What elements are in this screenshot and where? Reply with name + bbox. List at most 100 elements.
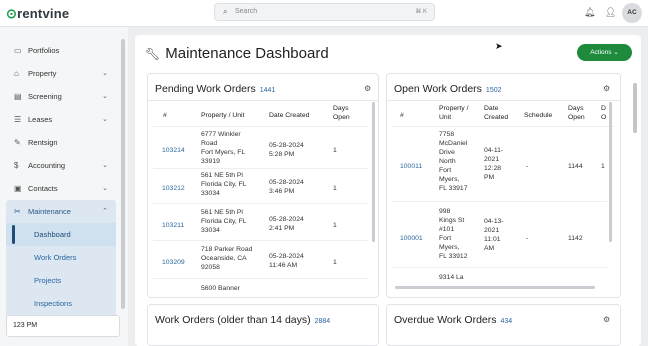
column-header[interactable]: # <box>400 111 404 120</box>
sidebar-item-leases[interactable]: ☰ Leases ⌄ <box>6 108 116 131</box>
gear-icon[interactable]: ⚙ <box>603 84 610 93</box>
card-title: Pending Work Orders 1441 <box>155 83 276 95</box>
count-link[interactable]: 1502 <box>486 87 502 94</box>
main-panel: 🔧︎ Maintenance Dashboard Actions ⌄ Pendin… <box>135 35 641 346</box>
wrench-icon: ✂ <box>14 207 21 216</box>
card-title: Overdue Work Orders 434 <box>394 314 513 326</box>
main-scrollbar[interactable] <box>633 83 637 133</box>
sidebar-subitem-inspections[interactable]: Inspections <box>6 292 116 315</box>
chevron-down-icon: ⌄ <box>102 185 108 192</box>
date-cell: 05-28-2024 5:28 PM <box>269 142 304 158</box>
work-order-link[interactable]: 103209 <box>162 258 185 267</box>
building-icon: ⌂ <box>14 69 19 78</box>
chevron-down-icon: ⌄ <box>613 49 619 56</box>
sidebar-item-accounting[interactable]: $ Accounting ⌄ <box>6 154 116 177</box>
work-order-link[interactable]: 103214 <box>162 146 185 155</box>
sidebar-nav: ▭ Portfolios ⌂ Property ⌄ ▤ Screening ⌄ ☰ Leas… <box>6 39 116 317</box>
page-title: 🔧︎ Maintenance Dashboard <box>145 45 329 62</box>
sidebar-item-maintenance[interactable]: ✂ Maintenance ⌃ <box>6 200 116 223</box>
count-link[interactable]: 1441 <box>260 87 276 94</box>
sidebar-subitem-work-orders[interactable]: Work Orders <box>6 246 116 269</box>
column-header[interactable]: Days Open <box>333 104 359 122</box>
column-header[interactable]: Schedule <box>524 111 552 120</box>
sidebar-group-maintenance: ✂ Maintenance ⌃ Dashboard Work Orders Proj… <box>6 200 116 317</box>
bell-icon[interactable]: 🔔︎ <box>584 7 595 18</box>
contacts-icon: ▣ <box>14 184 22 193</box>
work-order-link[interactable]: 100011 <box>400 162 422 171</box>
chevron-up-icon: ⌃ <box>102 208 108 215</box>
chevron-down-icon: ⌄ <box>102 116 108 123</box>
gear-icon[interactable]: ⚙ <box>603 315 610 324</box>
sidebar-item-property[interactable]: ⌂ Property ⌄ <box>6 62 116 85</box>
property-cell[interactable]: 5600 Banner <box>201 284 263 293</box>
property-cell[interactable]: 9314 La <box>439 273 481 282</box>
column-header[interactable]: Date Created <box>269 111 309 120</box>
work-order-link[interactable]: 103212 <box>162 184 185 193</box>
property-cell[interactable]: 561 NE 5th Pl Florida City, FL 33034 <box>201 208 263 235</box>
property-cell[interactable]: 6777 Winkler Road Fort Myers, FL 33919 <box>201 130 263 166</box>
rentvine-logo[interactable]: ⊙rentvine <box>6 6 69 22</box>
property-cell[interactable]: 718 Parker Road Oceanside, CA 92058 <box>201 245 263 272</box>
list-icon: ☰ <box>14 115 22 124</box>
count-link[interactable]: 2884 <box>315 318 331 325</box>
column-header[interactable]: # <box>163 111 167 120</box>
days-open-cell: 1142 <box>568 235 583 242</box>
count-link[interactable]: 434 <box>501 318 513 325</box>
card-scrollbar[interactable] <box>372 102 375 242</box>
mouse-cursor-icon: ➤ <box>495 41 503 51</box>
document-icon: ▤ <box>14 92 22 101</box>
card-horizontal-scrollbar[interactable] <box>395 286 595 289</box>
chevron-down-icon: ⌄ <box>102 70 108 77</box>
days-open-cell: 1 <box>333 185 337 192</box>
column-header[interactable]: Date Created <box>484 104 514 122</box>
schedule-cell: - <box>526 163 529 170</box>
days-open-cell: 1 <box>333 259 337 266</box>
user-icon[interactable]: 👤︎ <box>605 7 616 18</box>
column-header[interactable]: Property / Unit <box>201 111 244 120</box>
open-work-orders-card: Open Work Orders 1502 ⚙ # Property / Unit… <box>386 73 621 298</box>
days-open-cell: 1144 <box>568 163 583 170</box>
sidebar-item-contacts[interactable]: ▣ Contacts ⌄ <box>6 177 116 200</box>
sidebar-item-portfolios[interactable]: ▭ Portfolios <box>6 39 116 62</box>
work-order-link[interactable]: 103211 <box>162 221 184 230</box>
search-icon: ⌕ <box>223 7 228 16</box>
dollar-icon: $ <box>14 161 19 170</box>
sidebar-subitem-dashboard[interactable]: Dashboard <box>6 223 116 246</box>
search-shortcut: ⌘ K <box>415 9 427 15</box>
avatar[interactable]: AC <box>622 3 642 23</box>
sidebar-scrollbar[interactable] <box>121 39 125 309</box>
folder-icon: ▭ <box>14 46 22 55</box>
gear-icon[interactable]: ⚙ <box>364 84 371 93</box>
actions-button[interactable]: Actions ⌄ <box>577 44 632 61</box>
days-open-cell: 1 <box>333 222 337 229</box>
chevron-down-icon: ⌄ <box>102 93 108 100</box>
property-cell[interactable]: 561 NE 5th Pl Florida City, FL 33034 <box>201 171 263 198</box>
property-cell[interactable]: 998 Kings St #101 Fort Myers, FL 33912 <box>439 207 481 261</box>
date-cell: 05-28-2024 3:46 PM <box>269 179 304 195</box>
pen-icon: ✎ <box>14 138 21 147</box>
older-work-orders-card: Work Orders (older than 14 days) 2884 <box>147 304 379 346</box>
card-title: Work Orders (older than 14 days) 2884 <box>155 314 331 326</box>
sidebar-subitem-projects[interactable]: Projects <box>6 269 116 292</box>
chevron-down-icon: ⌄ <box>102 162 108 169</box>
sidebar: ▭ Portfolios ⌂ Property ⌄ ▤ Screening ⌄ ☰ Leas… <box>0 27 128 346</box>
days-open-cell: 1 <box>333 147 337 154</box>
extra-cell: 1 <box>601 163 605 170</box>
property-cell[interactable]: 7758 McDaniel Drive North Fort Myers, FL 33917 <box>439 130 481 193</box>
column-header[interactable]: D O <box>601 104 609 122</box>
column-header[interactable]: Days Open <box>568 104 592 122</box>
overdue-work-orders-card: Overdue Work Orders 434 ⚙ <box>386 304 621 346</box>
pending-work-orders-card: Pending Work Orders 1441 ⚙ # Property / U… <box>147 73 379 298</box>
sidebar-item-screening[interactable]: ▤ Screening ⌄ <box>6 85 116 108</box>
schedule-cell: - <box>526 235 529 242</box>
work-order-link[interactable]: 100001 <box>400 234 423 243</box>
card-title: Open Work Orders 1502 <box>394 83 502 95</box>
sidebar-item-rentsign[interactable]: ✎ Rentsign <box>6 131 116 154</box>
date-cell: 04-13- 2021 11:01 AM <box>484 218 504 252</box>
date-cell: 04-11- 2021 12:28 PM <box>484 147 504 181</box>
search-input[interactable]: ⌕ Search ⌘ K <box>214 3 435 21</box>
time-field[interactable]: 123 PM <box>6 315 120 337</box>
top-bar: ⊙rentvine ⌕ Search ⌘ K 🔔︎ 👤︎ AC <box>0 0 648 27</box>
card-scrollbar[interactable] <box>609 102 612 242</box>
column-header[interactable]: Property / Unit <box>439 104 475 122</box>
